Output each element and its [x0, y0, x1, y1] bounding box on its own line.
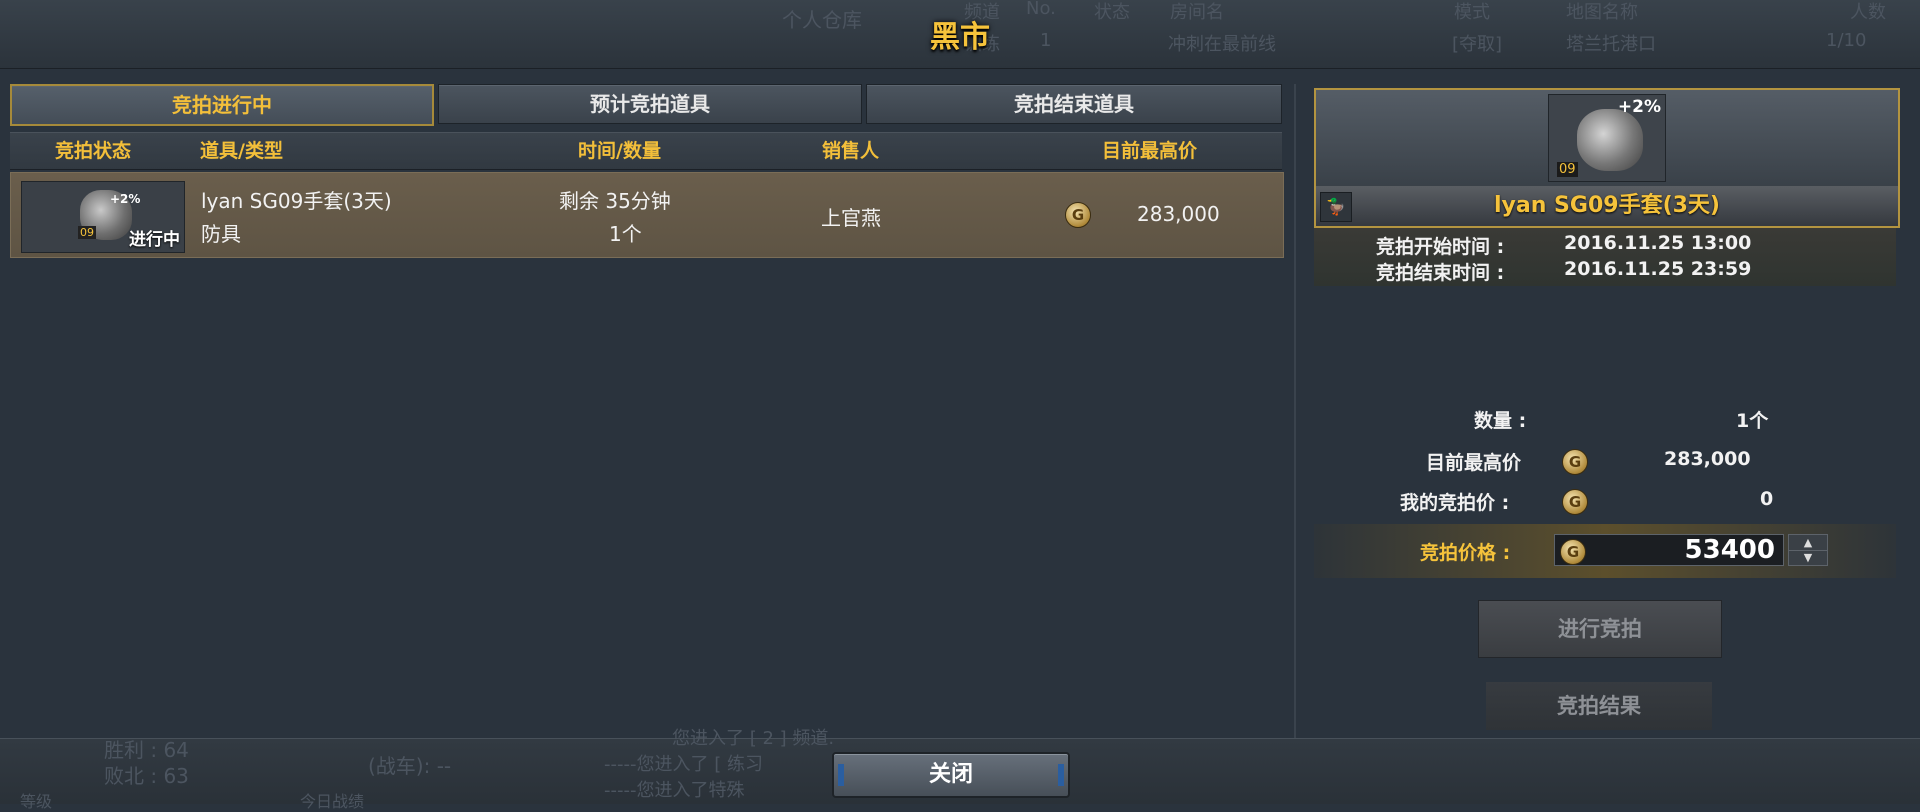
item-detail-card: +2% 09 🦆 lyan SG09手套(3天) — [1314, 88, 1900, 228]
window-title: 黑市 — [930, 20, 990, 55]
row-top-price: 283,000 — [1137, 202, 1220, 226]
background-today: 今日战绩 — [300, 792, 365, 811]
auction-list-panel: 竞拍进行中 预计竞拍道具 竞拍结束道具 竞拍状态 道具/类型 时间/数量 销售人… — [10, 84, 1284, 704]
tab-bar: 竞拍进行中 预计竞拍道具 竞拍结束道具 — [10, 84, 1282, 126]
detail-bonus: +2% — [1617, 97, 1661, 117]
chevron-down-icon[interactable]: ▼ — [1789, 550, 1827, 565]
place-bid-button[interactable]: 进行竞拍 — [1478, 600, 1722, 658]
tab-ongoing[interactable]: 竞拍进行中 — [10, 84, 434, 126]
gold-coin-icon: G — [1562, 489, 1588, 515]
background-tank: (战车): -- — [368, 754, 452, 778]
auction-row[interactable]: +2% 09 进行中 lyan SG09手套(3天) 防具 剩余 35分钟 1个… — [10, 172, 1284, 258]
start-time-value: 2016.11.25 13:00 — [1564, 232, 1752, 254]
chevron-up-icon[interactable]: ▲ — [1789, 535, 1827, 551]
item-type: 防具 — [201, 222, 241, 246]
gold-coin-icon: G — [1560, 539, 1586, 565]
background-wins: 胜利 : 64 — [104, 738, 189, 762]
column-seller: 销售人 — [822, 140, 880, 162]
detail-level: 09 — [1557, 162, 1578, 177]
detail-name-bar: 🦆 lyan SG09手套(3天) — [1316, 186, 1898, 226]
column-time-qty: 时间/数量 — [578, 140, 661, 162]
gold-coin-icon: G — [1065, 202, 1091, 228]
item-thumbnail: +2% 09 进行中 — [21, 181, 185, 253]
tab-ended[interactable]: 竞拍结束道具 — [866, 84, 1282, 124]
gold-coin-icon: G — [1562, 449, 1588, 475]
quantity-label: 数量 : — [1474, 410, 1527, 432]
bid-stepper[interactable]: ▲ ▼ — [1788, 534, 1828, 566]
bid-price-label: 竞拍价格 : — [1420, 542, 1511, 564]
item-quantity: 1个 — [609, 222, 642, 246]
time-left: 剩余 35分钟 — [559, 189, 671, 213]
my-bid-value: 0 — [1760, 488, 1774, 510]
column-item-type: 道具/类型 — [200, 140, 283, 162]
column-status: 竞拍状态 — [55, 140, 132, 162]
close-button[interactable]: 关闭 — [832, 752, 1070, 798]
detail-thumbnail: +2% 09 — [1548, 94, 1666, 182]
bid-price-row: 竞拍价格 : G ▲ ▼ — [1314, 524, 1896, 578]
background-losses: 败北 : 63 — [104, 764, 189, 788]
background-chat-line-2: -----您进入了 [ 练习 — [604, 754, 763, 775]
item-level: 09 — [78, 226, 96, 239]
background-rank: 等级 — [20, 792, 53, 811]
auction-result-button[interactable]: 竞拍结果 — [1486, 682, 1712, 730]
bid-price-input[interactable] — [1554, 534, 1784, 566]
detail-item-name: lyan SG09手套(3天) — [1494, 193, 1720, 218]
item-name: lyan SG09手套(3天) — [201, 189, 392, 213]
column-top-price: 目前最高价 — [1102, 140, 1198, 162]
column-header: 竞拍状态 道具/类型 时间/数量 销售人 目前最高价 — [10, 132, 1282, 170]
auction-status: 进行中 — [129, 230, 180, 250]
auction-times: 竞拍开始时间 : 2016.11.25 13:00 竞拍结束时间 : 2016.… — [1314, 228, 1896, 286]
top-price-label: 目前最高价 — [1426, 452, 1522, 474]
end-time-label: 竞拍结束时间 : — [1376, 262, 1505, 284]
item-bonus: +2% — [110, 192, 141, 206]
quantity-value: 1个 — [1736, 410, 1769, 432]
glove-icon — [1577, 109, 1643, 171]
item-detail-panel: +2% 09 🦆 lyan SG09手套(3天) 竞拍开始时间 : 2016.1… — [1294, 84, 1912, 744]
seller-name: 上官燕 — [821, 206, 881, 230]
my-bid-label: 我的竞拍价 : — [1400, 492, 1510, 514]
end-time-value: 2016.11.25 23:59 — [1564, 258, 1752, 280]
background-chat-line-1: 您进入了 [ 2 ] 频道. — [672, 728, 835, 749]
background-chat-line-3: -----您进入了特殊 — [604, 780, 745, 801]
tab-upcoming[interactable]: 预计竞拍道具 — [438, 84, 862, 124]
top-price-value: 283,000 — [1664, 448, 1751, 470]
start-time-label: 竞拍开始时间 : — [1376, 236, 1505, 258]
